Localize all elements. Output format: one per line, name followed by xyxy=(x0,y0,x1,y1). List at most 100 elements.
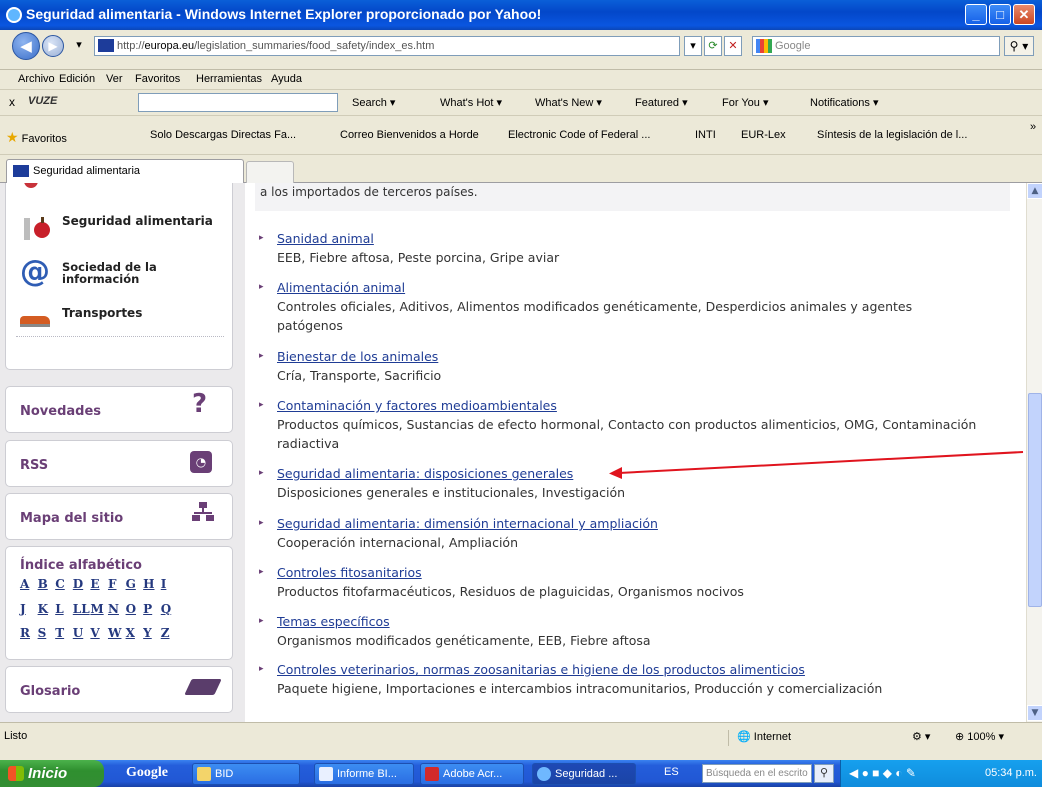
language-indicator[interactable]: ES xyxy=(664,766,679,778)
letter-link[interactable]: X xyxy=(126,626,144,640)
fav-item-inti[interactable]: INTI xyxy=(695,129,716,141)
fav-item-ecfr[interactable]: Electronic Code of Federal ... xyxy=(508,129,650,141)
url-input[interactable]: http://europa.eu/legislation_summaries/f… xyxy=(94,36,680,56)
google-icon xyxy=(756,39,772,53)
taskbar-item-seguridad[interactable]: Seguridad ... xyxy=(532,763,636,785)
letter-link[interactable]: D xyxy=(73,577,91,591)
letter-link[interactable]: J xyxy=(20,602,38,616)
category-sociedad-informacion[interactable]: Sociedad de la información xyxy=(62,261,157,285)
menu-edicion[interactable]: Edición xyxy=(59,73,95,85)
security-icon[interactable]: ⚙ ▾ xyxy=(912,730,930,743)
letter-link[interactable]: F xyxy=(108,577,126,591)
scroll-thumb[interactable] xyxy=(1028,393,1042,607)
category-transportes[interactable]: Transportes xyxy=(62,306,142,320)
vuze-search-button[interactable]: Search ▾ xyxy=(352,96,395,109)
vuze-featured[interactable]: Featured ▾ xyxy=(635,96,688,109)
letter-link[interactable]: Q xyxy=(161,602,179,616)
vertical-scrollbar[interactable]: ▲ ▼ xyxy=(1026,183,1042,722)
minimize-button[interactable]: _ xyxy=(965,4,987,25)
letter-link[interactable]: W xyxy=(108,626,126,640)
scroll-up-icon[interactable]: ▲ xyxy=(1027,183,1042,199)
taskbar-item-bid[interactable]: BID xyxy=(192,763,300,785)
close-button[interactable]: ✕ xyxy=(1013,4,1035,25)
sitemap-link[interactable]: Mapa del sitio xyxy=(20,511,123,526)
favorites-button[interactable]: ★ Favoritos xyxy=(6,129,67,146)
rss-box[interactable]: RSS ◔ xyxy=(5,440,233,487)
letter-link[interactable]: S xyxy=(38,626,56,640)
item-link-temas-especificos[interactable]: Temas específicos xyxy=(277,612,977,631)
refresh-icon[interactable]: ⟳ xyxy=(704,36,722,56)
letter-link[interactable]: C xyxy=(55,577,73,591)
desktop-search-icon[interactable]: ⚲ xyxy=(814,764,834,783)
menu-herramientas[interactable]: Herramientas xyxy=(196,73,262,85)
rss-link[interactable]: RSS xyxy=(20,458,48,473)
zoom-control[interactable]: ⊕ 100% ▾ xyxy=(955,730,1004,743)
desktop-search-input[interactable]: Búsqueda en el escrito xyxy=(702,764,812,783)
item-link-contaminacion[interactable]: Contaminación y factores medioambientale… xyxy=(277,396,977,415)
url-dropdown-icon[interactable]: ▾ xyxy=(684,36,702,56)
novedades-link[interactable]: Novedades xyxy=(20,404,101,419)
search-input[interactable]: Google xyxy=(752,36,1000,56)
item-link-fitosanitarios[interactable]: Controles fitosanitarios xyxy=(277,563,977,582)
maximize-button[interactable]: □ xyxy=(989,4,1011,25)
letter-link[interactable]: Y xyxy=(143,626,161,640)
back-button[interactable]: ◀ xyxy=(12,32,40,60)
vuze-logo[interactable]: VUZE xyxy=(28,95,57,107)
taskbar-item-informe[interactable]: Informe BI... xyxy=(314,763,414,785)
menu-ver[interactable]: Ver xyxy=(106,73,123,85)
glossary-link[interactable]: Glosario xyxy=(20,684,80,699)
letter-link[interactable]: B xyxy=(38,577,56,591)
fav-item-correo[interactable]: Correo Bienvenidos a Horde xyxy=(340,129,479,141)
letter-link[interactable]: U xyxy=(73,626,91,640)
vuze-whats-new[interactable]: What's New ▾ xyxy=(535,96,602,109)
letter-link[interactable]: O xyxy=(126,602,144,616)
letter-link[interactable]: P xyxy=(143,602,161,616)
stop-icon[interactable]: ✕ xyxy=(724,36,742,56)
letter-link[interactable]: M xyxy=(90,602,108,616)
tab-seguridad[interactable]: Seguridad alimentaria xyxy=(6,159,244,183)
vuze-search-input[interactable] xyxy=(138,93,338,112)
vuze-notifications[interactable]: Notifications ▾ xyxy=(810,96,879,109)
vuze-for-you[interactable]: For You ▾ xyxy=(722,96,769,109)
tray-icons[interactable]: ◀ ● ■ ◆ ◐ ✎ xyxy=(849,766,916,780)
letter-link[interactable]: G xyxy=(126,577,144,591)
fav-item-solo-descargas[interactable]: Solo Descargas Directas Fa... xyxy=(150,129,296,141)
letter-link[interactable]: V xyxy=(90,626,108,640)
letter-link[interactable]: Z xyxy=(161,626,179,640)
item-link-dimension-internacional[interactable]: Seguridad alimentaria: dimensión interna… xyxy=(277,514,977,533)
history-dropdown-icon[interactable]: ▾ xyxy=(70,36,88,56)
letter-link[interactable]: E xyxy=(90,577,108,591)
new-tab-button[interactable] xyxy=(246,161,294,183)
mapa-box[interactable]: Mapa del sitio xyxy=(5,493,233,540)
item-link-bienestar[interactable]: Bienestar de los animales xyxy=(277,347,977,366)
menu-archivo[interactable]: Archivo xyxy=(18,73,55,85)
letter-link[interactable]: I xyxy=(161,577,179,591)
letter-link[interactable]: LL xyxy=(73,602,91,616)
item-link-controles-veterinarios[interactable]: Controles veterinarios, normas zoosanita… xyxy=(277,660,977,679)
vuze-whats-hot[interactable]: What's Hot ▾ xyxy=(440,96,502,109)
letter-link[interactable]: H xyxy=(143,577,161,591)
google-toolbar-button[interactable]: Google xyxy=(120,763,182,785)
menu-favoritos[interactable]: Favoritos xyxy=(135,73,180,85)
fav-item-sintesis[interactable]: Síntesis de la legislación de l... xyxy=(817,129,967,141)
letter-link[interactable]: R xyxy=(20,626,38,640)
novedades-box[interactable]: Novedades ? xyxy=(5,386,233,433)
taskbar-item-adobe[interactable]: Adobe Acr... xyxy=(420,763,524,785)
item-link-alimentacion-animal[interactable]: Alimentación animal xyxy=(277,278,977,297)
fav-item-eur-lex[interactable]: EUR-Lex xyxy=(741,129,786,141)
close-toolbar-icon[interactable]: x xyxy=(9,95,15,109)
letter-link[interactable]: T xyxy=(55,626,73,640)
letter-link[interactable]: K xyxy=(38,602,56,616)
chevron-right-icon[interactable]: » xyxy=(1030,121,1036,133)
letter-link[interactable]: N xyxy=(108,602,126,616)
letter-link[interactable]: L xyxy=(55,602,73,616)
start-button[interactable]: Inicio xyxy=(0,760,104,787)
search-icon[interactable]: ⚲ ▾ xyxy=(1004,36,1034,56)
category-seguridad-alimentaria[interactable]: Seguridad alimentaria xyxy=(62,214,213,228)
forward-button[interactable]: ▶ xyxy=(42,35,64,57)
menu-ayuda[interactable]: Ayuda xyxy=(271,73,302,85)
glosario-box[interactable]: Glosario xyxy=(5,666,233,713)
letter-link[interactable]: A xyxy=(20,577,38,591)
scroll-down-icon[interactable]: ▼ xyxy=(1027,705,1042,721)
item-link-sanidad-animal[interactable]: Sanidad animal xyxy=(277,229,977,248)
